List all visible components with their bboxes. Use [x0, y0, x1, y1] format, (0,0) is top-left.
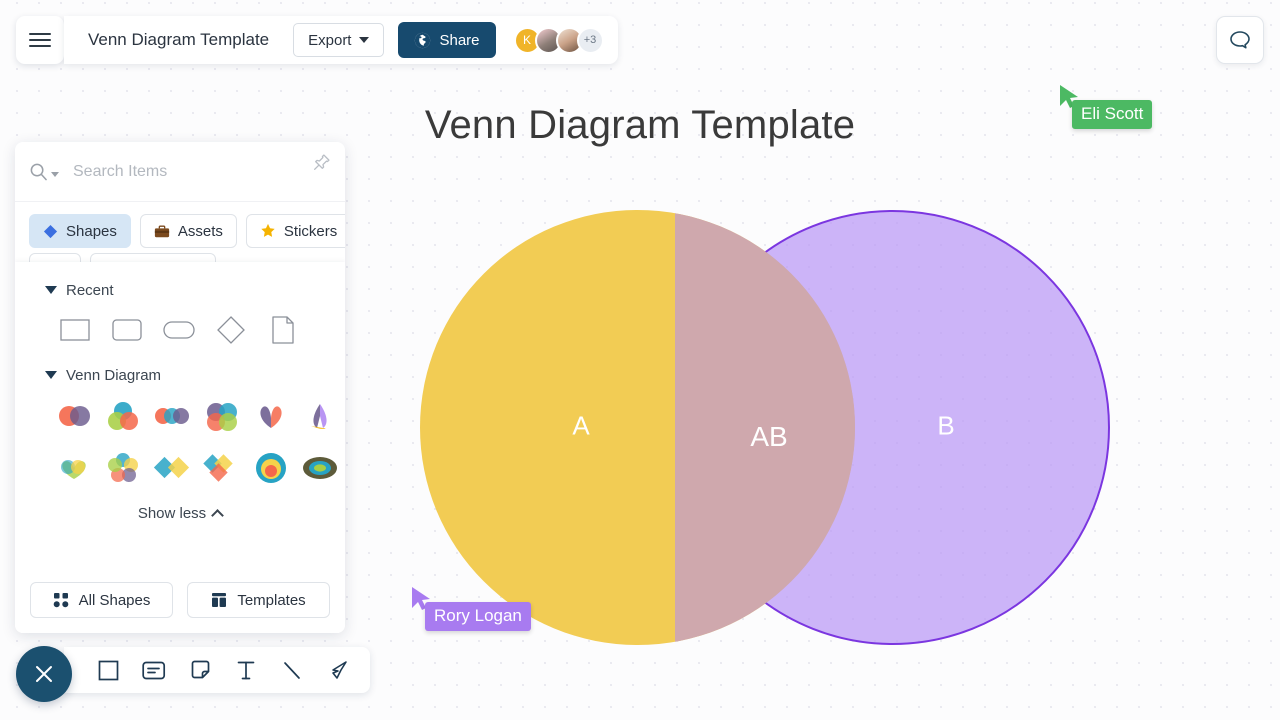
cursor-label-rory-logan: Rory Logan	[425, 602, 531, 631]
recent-shapes-row	[15, 302, 345, 349]
search-input[interactable]	[73, 162, 331, 181]
sticky-note-tool[interactable]	[180, 650, 220, 690]
show-less-label: Show less	[137, 505, 207, 522]
venn-intersection[interactable]	[675, 210, 855, 645]
share-button[interactable]: Share	[398, 22, 496, 58]
group-header-venn-diagram[interactable]: Venn Diagram	[15, 363, 345, 387]
venn-2-circle[interactable]	[49, 393, 98, 439]
templates-label: Templates	[237, 591, 306, 609]
group-header-recent[interactable]: Recent	[15, 278, 345, 302]
close-panel-button[interactable]	[16, 646, 72, 702]
layout-icon	[212, 593, 227, 607]
blue-diamond-icon	[43, 224, 58, 238]
venn-3-circle[interactable]	[98, 393, 147, 439]
text-tool[interactable]	[226, 650, 266, 690]
templates-button[interactable]: Templates	[187, 582, 330, 618]
document-title: Venn Diagram Template	[88, 30, 270, 49]
speech-bubble-icon	[1230, 31, 1250, 49]
collaborator-avatars[interactable]: K +3	[513, 26, 604, 54]
tab-shapes-label: Shapes	[66, 222, 117, 240]
group-title-venn-diagram: Venn Diagram	[66, 366, 162, 384]
grid-dots-icon	[53, 593, 68, 608]
panel-search-row	[15, 142, 345, 202]
venn-2-diamond[interactable]	[148, 445, 197, 491]
venn-flower-6[interactable]	[98, 445, 147, 491]
chevron-down-icon	[51, 171, 59, 177]
briefcase-icon	[154, 225, 169, 237]
tab-assets-label: Assets	[177, 222, 223, 240]
tab-stickers-label: Stickers	[283, 222, 338, 240]
square-tool[interactable]	[88, 650, 128, 690]
bottom-toolbar	[64, 647, 370, 693]
search-icon	[30, 163, 47, 181]
card-icon	[142, 661, 166, 679]
venn-3-diamond[interactable]	[197, 445, 246, 491]
tab-shapes[interactable]: Shapes	[29, 214, 131, 248]
tab-assets[interactable]: Assets	[139, 214, 237, 248]
panel-footer: All Shapes Templates	[15, 567, 345, 633]
panel-tabs: Shapes Assets Stickers	[15, 202, 345, 248]
show-less-button[interactable]: Show less	[15, 505, 345, 522]
search-dropdown-toggle[interactable]	[29, 162, 59, 181]
pin-panel-button[interactable]	[312, 153, 331, 177]
venn-4-circle[interactable]	[197, 393, 246, 439]
group-title-recent: Recent	[66, 281, 114, 299]
venn-2-petal[interactable]	[246, 393, 295, 439]
venn-3-inline[interactable]	[148, 393, 197, 439]
cursor-label-eli-scott: Eli Scott	[1072, 100, 1153, 129]
line-icon	[284, 661, 300, 679]
venn-concentric-oval[interactable]	[296, 445, 345, 491]
export-button-label: Export	[308, 31, 352, 49]
globe-icon	[415, 32, 431, 48]
comments-button[interactable]	[1216, 16, 1264, 64]
chevron-down-icon	[359, 37, 370, 43]
sticky-note-icon	[191, 660, 209, 678]
tab-stickers[interactable]: Stickers	[245, 214, 345, 248]
venn-3-petal[interactable]	[296, 393, 345, 439]
all-shapes-label: All Shapes	[78, 591, 151, 609]
close-x-icon	[36, 666, 52, 682]
all-shapes-button[interactable]: All Shapes	[30, 582, 173, 618]
export-button[interactable]: Export	[293, 23, 385, 57]
share-button-label: Share	[439, 31, 480, 49]
venn-concentric-circle[interactable]	[246, 445, 295, 491]
app-root: Venn Diagram Template A AB B Eli Scott R…	[0, 0, 1280, 720]
venn-shapes-row-2	[15, 439, 345, 491]
rounded-rectangle-shape[interactable]	[101, 311, 153, 349]
star-icon	[261, 223, 275, 237]
rectangle-shape[interactable]	[49, 311, 101, 349]
pill-shape[interactable]	[153, 311, 205, 349]
venn-diagram[interactable]: A AB B	[420, 210, 1110, 645]
square-icon	[98, 660, 118, 680]
triangle-down-icon	[45, 371, 57, 379]
hamburger-menu-button[interactable]	[16, 16, 64, 64]
chevron-up-icon	[211, 509, 225, 522]
venn-shapes-row-1	[15, 387, 345, 439]
triangle-down-icon	[45, 286, 57, 294]
card-tool[interactable]	[134, 650, 174, 690]
pin-icon	[313, 154, 330, 171]
diamond-shape[interactable]	[205, 311, 257, 349]
avatar-overflow[interactable]: +3	[576, 26, 604, 54]
pen-tool[interactable]	[318, 650, 358, 690]
top-toolbar: Venn Diagram Template Export Share K +3	[64, 16, 618, 64]
pen-icon	[332, 661, 347, 679]
line-tool[interactable]	[272, 650, 312, 690]
shapes-panel: Shapes Assets Stickers	[15, 142, 345, 633]
avatar-initial: K	[523, 33, 532, 47]
venn-heart-3[interactable]	[49, 445, 98, 491]
hamburger-menu-icon	[29, 29, 51, 51]
avatar-overflow-count: +3	[583, 34, 597, 46]
document-shape[interactable]	[257, 311, 309, 349]
text-t-icon	[237, 661, 255, 679]
